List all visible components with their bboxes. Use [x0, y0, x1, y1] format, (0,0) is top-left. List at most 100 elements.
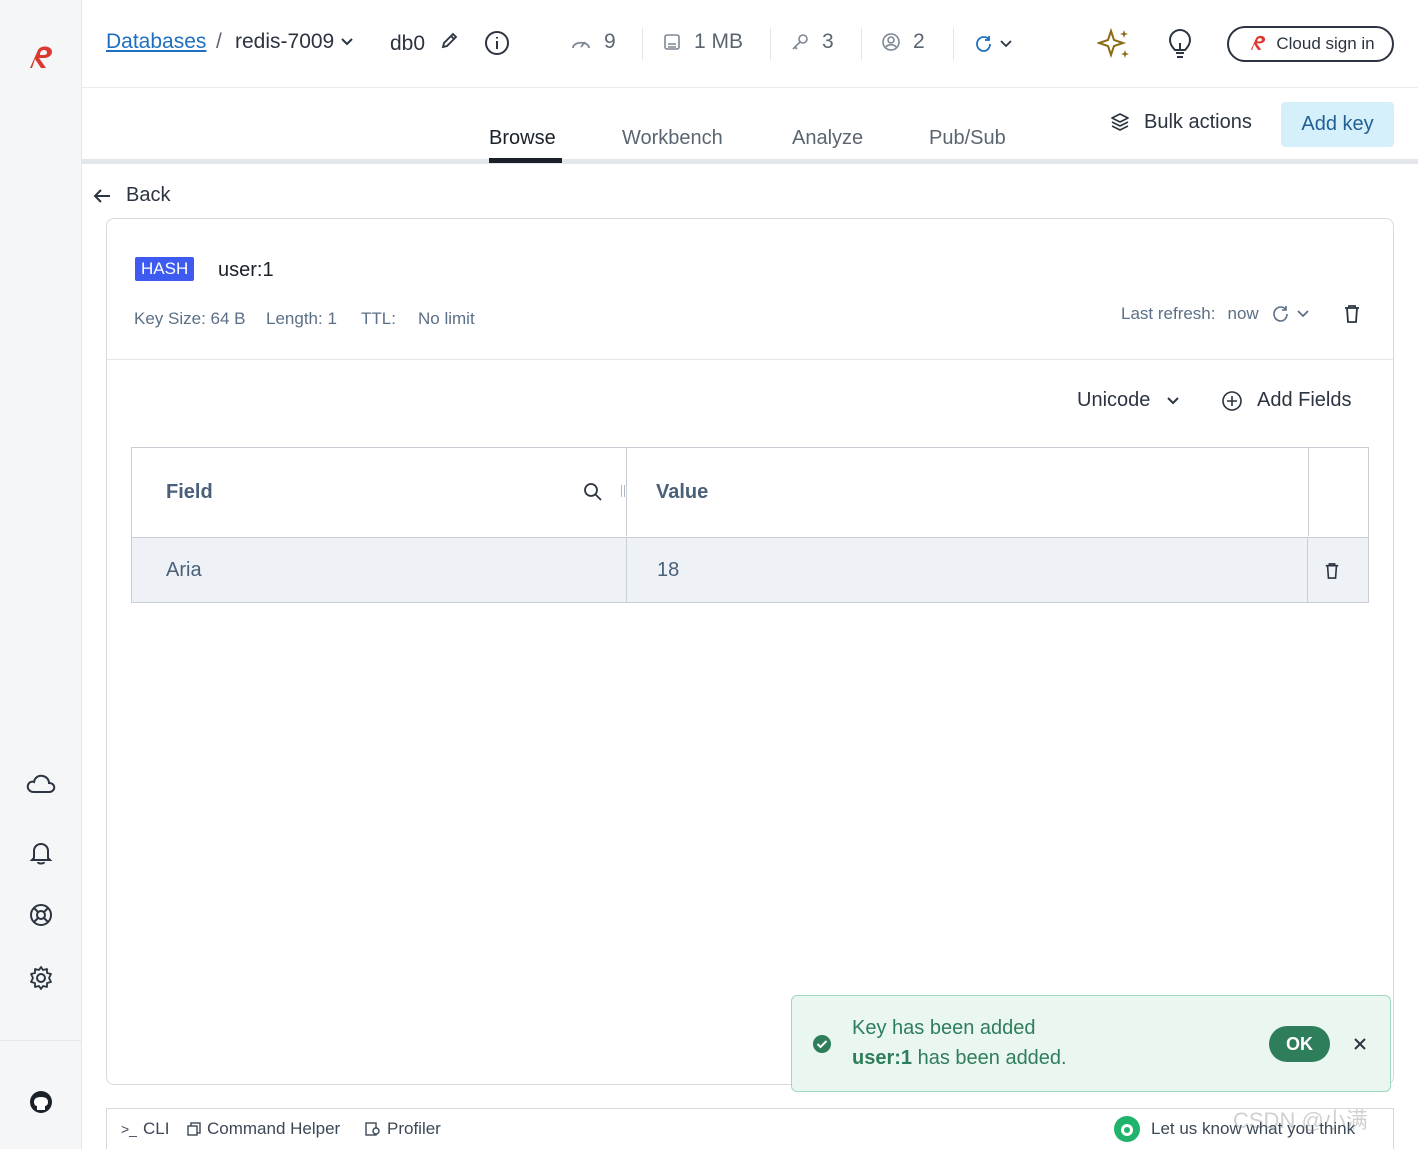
- add-fields-button[interactable]: Add Fields: [1221, 389, 1352, 412]
- row-delete-button[interactable]: [1324, 538, 1340, 603]
- format-value: Unicode: [1077, 389, 1151, 411]
- toast-title: Key has been added: [852, 1017, 1036, 1039]
- cli-button[interactable]: >_ CLI: [121, 1119, 169, 1139]
- lightbulb-icon[interactable]: [1167, 28, 1193, 60]
- format-selector[interactable]: Unicode: [1077, 389, 1180, 412]
- memory-value: 1 MB: [694, 30, 744, 53]
- tabs-row: Browse Workbench Analyze Pub/Sub Bulk ac…: [82, 89, 1418, 165]
- sidebar-divider: [0, 1040, 82, 1041]
- breadcrumb-separator: /: [216, 30, 222, 53]
- key-name[interactable]: user:1: [218, 259, 274, 282]
- redis-logo-icon: [1251, 35, 1266, 50]
- value-cell[interactable]: 18: [657, 538, 679, 603]
- cloud-icon[interactable]: [0, 770, 82, 796]
- ops-value: 9: [604, 30, 616, 53]
- column-resize-handle[interactable]: [621, 485, 625, 497]
- trash-icon: [1325, 562, 1339, 579]
- trash-icon[interactable]: [1343, 304, 1361, 324]
- stat-separator: [861, 28, 862, 60]
- stat-ops: 9: [570, 30, 616, 54]
- clients-value: 2: [913, 30, 925, 53]
- gear-icon[interactable]: [0, 965, 82, 991]
- bulk-actions-button[interactable]: Bulk actions: [1110, 111, 1252, 134]
- watermark: CSDN @小满: [1233, 1108, 1368, 1133]
- add-fields-label: Add Fields: [1257, 389, 1352, 411]
- stat-separator: [770, 28, 771, 60]
- stat-separator: [953, 28, 954, 60]
- info-icon[interactable]: [484, 30, 510, 56]
- stat-memory: 1 MB: [662, 30, 743, 54]
- db-index: db0: [390, 32, 426, 55]
- sidebar: [0, 0, 82, 1149]
- tab-browse[interactable]: Browse: [489, 127, 556, 150]
- toast-message-text: has been added.: [912, 1047, 1067, 1069]
- keys-value: 3: [822, 30, 834, 53]
- profiler-button[interactable]: Profiler: [365, 1119, 441, 1139]
- column-divider: [626, 448, 627, 536]
- command-helper-button[interactable]: Command Helper: [187, 1119, 340, 1139]
- back-label: Back: [126, 184, 171, 206]
- refresh-icon: [1272, 306, 1288, 322]
- cli-label: CLI: [142, 1119, 170, 1138]
- last-refresh: Last refresh: now: [1121, 304, 1361, 324]
- bulk-actions-label: Bulk actions: [1144, 111, 1252, 133]
- pencil-icon[interactable]: [440, 30, 460, 50]
- plus-circle-icon: [1222, 390, 1242, 411]
- chevron-down-icon: [1297, 310, 1309, 318]
- key-icon: [792, 34, 808, 50]
- lifebuoy-icon[interactable]: [0, 902, 82, 928]
- cloud-sign-in-button[interactable]: Cloud sign in: [1227, 26, 1394, 62]
- add-key-button[interactable]: Add key: [1281, 102, 1394, 147]
- key-type-badge: HASH: [135, 257, 195, 281]
- copy-icon: [187, 1122, 201, 1136]
- back-button[interactable]: Back: [92, 184, 170, 207]
- search-icon[interactable]: [583, 482, 603, 502]
- auto-refresh-control[interactable]: [974, 34, 1012, 54]
- tab-analyze[interactable]: Analyze: [792, 127, 863, 150]
- tab-pubsub[interactable]: Pub/Sub: [929, 127, 1006, 150]
- github-icon[interactable]: [0, 1090, 82, 1114]
- refresh-key-button[interactable]: [1271, 304, 1309, 324]
- chevron-down-icon: [1000, 40, 1012, 48]
- ai-sparkle-icon[interactable]: [1097, 28, 1131, 60]
- success-toast: Key has been added user:1 has been added…: [791, 995, 1391, 1092]
- key-details-panel: HASH user:1 Key Size: 64 B Length: 1 TTL…: [106, 218, 1394, 1085]
- toast-key-name: user:1: [852, 1047, 913, 1069]
- gauge-icon: [572, 41, 590, 49]
- stat-clients: 2: [881, 30, 925, 54]
- bottom-bar: >_ CLI Command Helper Profiler Let us kn…: [106, 1108, 1394, 1149]
- ttl-label: TTL:: [361, 309, 396, 328]
- ttl-value[interactable]: No limit: [418, 309, 475, 329]
- active-tab-indicator: [489, 158, 562, 163]
- chevron-down-icon: [1167, 396, 1180, 404]
- column-divider: [1307, 538, 1308, 603]
- refresh-icon: [976, 36, 991, 52]
- breadcrumb-databases-link[interactable]: Databases: [106, 30, 206, 54]
- last-refresh-value: now: [1227, 304, 1259, 323]
- table-row[interactable]: Aria 18: [132, 537, 1368, 603]
- tab-workbench[interactable]: Workbench: [622, 127, 723, 150]
- profiler-label: Profiler: [387, 1119, 441, 1138]
- bell-icon[interactable]: [0, 840, 82, 866]
- user-icon: [882, 33, 900, 51]
- database-name: redis-7009: [235, 30, 335, 53]
- close-icon[interactable]: [1353, 1037, 1367, 1051]
- tabs-baseline: [82, 159, 1418, 164]
- feedback-icon: [1114, 1116, 1140, 1142]
- arrow-left-icon: [93, 188, 110, 203]
- terminal-icon: >_: [121, 1121, 137, 1137]
- key-length: Length: 1: [266, 309, 337, 328]
- redis-logo-icon[interactable]: [0, 42, 82, 76]
- column-header-value: Value: [656, 480, 709, 503]
- memory-icon: [664, 34, 680, 50]
- hash-fields-table: Field Value Aria 18: [131, 447, 1369, 603]
- stat-separator: [642, 28, 643, 60]
- cloud-sign-in-label: Cloud sign in: [1276, 34, 1375, 53]
- profiler-icon: [365, 1122, 380, 1136]
- stat-keys: 3: [790, 30, 834, 54]
- field-cell[interactable]: Aria: [166, 538, 202, 603]
- database-selector[interactable]: redis-7009: [235, 30, 354, 54]
- toast-ok-button[interactable]: OK: [1269, 1026, 1330, 1062]
- command-helper-label: Command Helper: [207, 1119, 341, 1138]
- last-refresh-label: Last refresh:: [1121, 304, 1216, 323]
